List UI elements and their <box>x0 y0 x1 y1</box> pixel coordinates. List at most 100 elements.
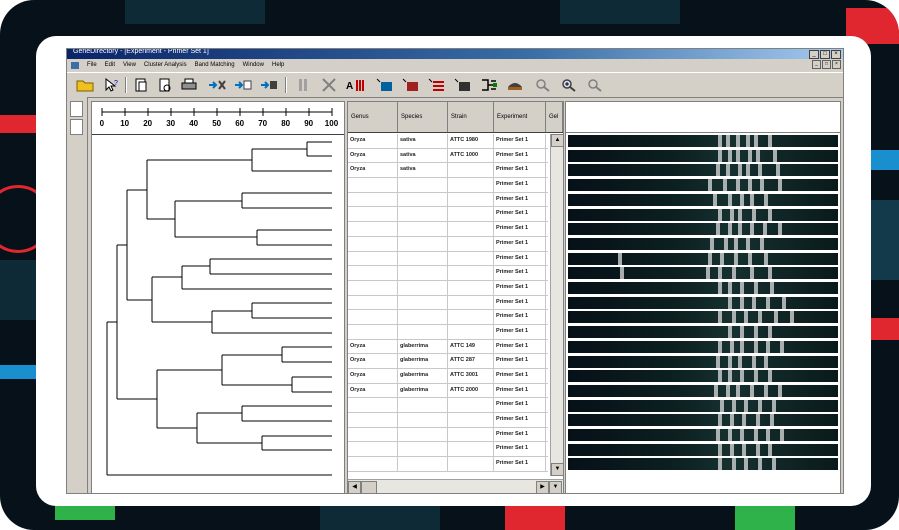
band-match-blue-icon[interactable] <box>375 77 395 93</box>
gel-lane[interactable] <box>568 399 838 412</box>
table-row[interactable]: Primer Set 1 <box>348 251 548 267</box>
gel-lane[interactable] <box>568 149 838 162</box>
table-row[interactable]: Primer Set 1 <box>348 207 548 223</box>
table-row[interactable]: Primer Set 1 <box>348 192 548 208</box>
gel-lane[interactable] <box>568 414 838 427</box>
close-button[interactable]: × <box>831 50 841 59</box>
vertical-scrollbar[interactable]: ▲ ▼ <box>550 134 564 476</box>
gel-lane[interactable] <box>568 223 838 236</box>
gel-lane[interactable] <box>568 370 838 383</box>
gel-lane[interactable] <box>568 237 838 250</box>
table-row[interactable]: Primer Set 1 <box>348 222 548 237</box>
tree-icon[interactable] <box>479 77 499 93</box>
menu-file[interactable]: File <box>87 62 97 68</box>
gel-lane[interactable] <box>568 179 838 192</box>
table-row[interactable]: Oryza glaberrima ATTC 287 Primer Set 1 <box>348 354 548 369</box>
zoom-fit-icon[interactable] <box>585 77 605 93</box>
gel-lane[interactable] <box>568 296 838 309</box>
open-folder-icon[interactable] <box>75 77 95 93</box>
menu-window[interactable]: Window <box>243 62 264 68</box>
horizontal-scrollbar[interactable]: ◀ ▶ ▼ <box>348 479 563 493</box>
arrow-add-icon[interactable] <box>207 77 227 93</box>
panel-toggle-button[interactable] <box>70 119 83 135</box>
menu-help[interactable]: Help <box>272 62 284 68</box>
scroll-thumb[interactable] <box>361 481 377 493</box>
table-row[interactable]: Primer Set 1 <box>348 413 548 428</box>
gel-lane[interactable] <box>568 429 838 441</box>
table-row[interactable]: Primer Set 1 <box>348 266 548 281</box>
menu-band-matching[interactable]: Band Matching <box>195 62 235 68</box>
gel-lane[interactable] <box>568 355 838 368</box>
table-row[interactable]: Primer Set 1 <box>348 310 548 325</box>
band-normalize-icon[interactable] <box>453 77 473 93</box>
new-document-icon[interactable] <box>131 77 151 93</box>
band-match-red-icon[interactable] <box>401 77 421 93</box>
zoom-in-icon[interactable] <box>559 77 579 93</box>
menu-cluster-analysis[interactable]: Cluster Analysis <box>144 62 187 68</box>
scroll-right-button[interactable]: ▶ <box>536 481 549 493</box>
table-row[interactable]: Oryza sativa Primer Set 1 <box>348 163 548 179</box>
gel-lane[interactable] <box>568 135 838 147</box>
col-header-species[interactable]: Species <box>398 102 448 132</box>
table-row[interactable]: Primer Set 1 <box>348 295 548 311</box>
scroll-left-button[interactable]: ◀ <box>348 481 361 493</box>
gel-lane[interactable] <box>568 252 838 265</box>
gel-lane[interactable] <box>568 164 838 177</box>
gel-lane[interactable] <box>568 384 838 397</box>
menu-edit[interactable]: Edit <box>105 62 115 68</box>
table-row[interactable]: Primer Set 1 <box>348 324 548 340</box>
gel-cross-icon[interactable] <box>319 77 339 93</box>
zoom-out-icon[interactable] <box>533 77 553 93</box>
table-row[interactable]: Oryza glaberrima ATTC 2000 Primer Set 1 <box>348 383 548 399</box>
table-row[interactable]: Primer Set 1 <box>348 398 548 414</box>
title-bar[interactable]: GeneDirectory - [Experiment - Primer Set… <box>67 49 843 59</box>
table-row[interactable]: Primer Set 1 <box>348 442 548 458</box>
gel-lane[interactable] <box>568 340 838 353</box>
gel-lane[interactable] <box>568 326 838 339</box>
cell-genus: Oryza <box>348 134 398 148</box>
gel-lane[interactable] <box>568 443 838 456</box>
col-header-experiment[interactable]: Experiment <box>494 102 546 132</box>
scroll-down-button[interactable]: ▼ <box>551 463 564 476</box>
table-row[interactable]: Primer Set 1 <box>348 457 548 472</box>
menu-view[interactable]: View <box>123 62 136 68</box>
gel-image-panel[interactable] <box>565 101 841 493</box>
gel-lane[interactable] <box>568 193 838 206</box>
minimize-button[interactable]: _ <box>809 50 819 59</box>
pointer-help-icon[interactable]: ? <box>101 77 121 93</box>
print-preview-icon[interactable] <box>155 77 175 93</box>
mdi-restore-button[interactable]: □ <box>822 60 831 69</box>
band-ladder-icon[interactable]: A <box>345 77 365 93</box>
app-menu-icon[interactable] <box>71 61 79 69</box>
gel-lane[interactable] <box>568 208 838 221</box>
col-header-strain[interactable]: Strain <box>448 102 494 132</box>
table-row[interactable]: Oryza glaberrima ATTC 149 Primer Set 1 <box>348 339 548 355</box>
mdi-minimize-button[interactable]: _ <box>812 60 821 69</box>
col-header-genus[interactable]: Genus <box>348 102 398 132</box>
gel-lane[interactable] <box>568 282 838 294</box>
print-icon[interactable] <box>179 77 199 93</box>
cell-strain <box>448 207 494 222</box>
gel-lane[interactable] <box>568 311 838 324</box>
table-row[interactable]: Primer Set 1 <box>348 280 548 296</box>
table-row[interactable]: Oryza glaberrima ATTC 3001 Primer Set 1 <box>348 369 548 384</box>
table-row[interactable]: Primer Set 1 <box>348 427 548 443</box>
gel-lane[interactable] <box>568 267 838 280</box>
table-row[interactable]: Oryza sativa ATTC 1980 Primer Set 1 <box>348 134 548 149</box>
panel-toggle-button[interactable] <box>70 101 83 117</box>
band-compare-icon[interactable] <box>427 77 447 93</box>
table-row[interactable]: Oryza sativa ATTC 1000 Primer Set 1 <box>348 148 548 164</box>
maximize-button[interactable]: □ <box>820 50 830 59</box>
table-row[interactable]: Primer Set 1 <box>348 236 548 252</box>
table-row[interactable]: Primer Set 1 <box>348 178 548 193</box>
gel-lane[interactable] <box>568 458 838 471</box>
arrow-insert-icon[interactable] <box>233 77 253 93</box>
mdi-close-button[interactable]: × <box>832 60 841 69</box>
col-header-gel[interactable]: Gel <box>546 102 563 132</box>
scroll-up-button[interactable]: ▲ <box>551 134 564 147</box>
dendrogram-panel[interactable]: 0 10 20 30 40 50 60 70 80 90 100 <box>91 101 345 493</box>
gel-lane-icon[interactable] <box>293 77 313 93</box>
cluster-icon[interactable] <box>505 77 525 93</box>
arrow-remove-icon[interactable] <box>259 77 279 93</box>
scroll-down-button[interactable]: ▼ <box>549 481 562 493</box>
